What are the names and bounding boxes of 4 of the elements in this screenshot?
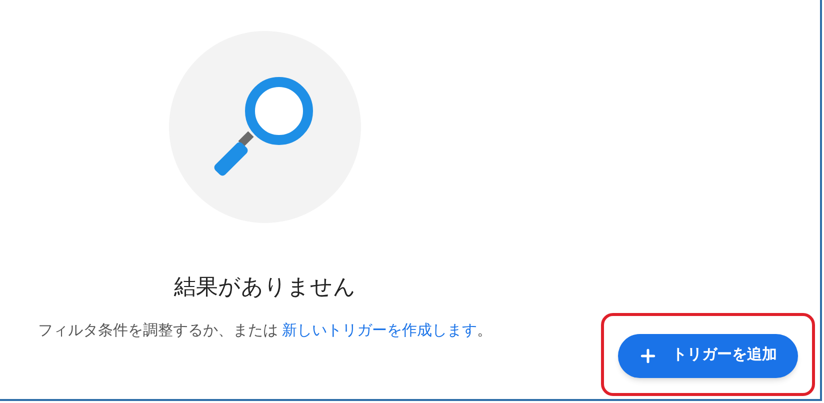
empty-message: フィルタ条件を調整するか、または 新しいトリガーを作成します。 [38, 321, 492, 341]
empty-title: 結果がありません [174, 273, 356, 301]
create-trigger-link[interactable]: 新しいトリガーを作成します [282, 322, 478, 339]
add-trigger-button[interactable]: トリガーを追加 [618, 334, 798, 378]
